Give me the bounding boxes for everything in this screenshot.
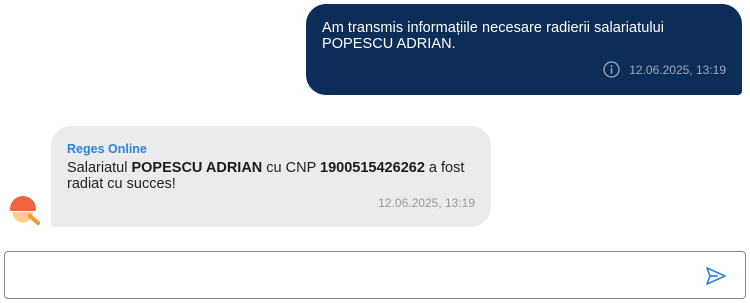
message-composer [4,251,746,299]
incoming-message-timestamp: 12.06.2025, 13:19 [378,196,475,210]
outgoing-message-timestamp: 12.06.2025, 13:19 [629,62,726,77]
outgoing-message-meta: 12.06.2025, 13:19 [603,61,726,78]
chat-window: Am transmis informațiile necesare radier… [0,0,750,303]
send-icon[interactable] [705,266,727,286]
info-icon[interactable] [603,61,620,78]
message-input[interactable] [15,262,695,290]
outgoing-message-text: Am transmis informațiile necesare radier… [322,20,665,52]
incoming-text-part: cu CNP [262,160,321,176]
incoming-message-bubble: Reges Online Salariatul POPESCU ADRIAN c… [51,126,491,227]
incoming-message-text: Salariatul POPESCU ADRIAN cu CNP 1900515… [67,160,475,192]
bot-avatar-icon [6,191,44,229]
message-sender-name: Reges Online [67,142,147,156]
employee-cnp: 1900515426262 [320,160,425,176]
employee-name: POPESCU ADRIAN [131,160,263,176]
incoming-text-part: Salariatul [67,160,132,176]
outgoing-message-bubble: Am transmis informațiile necesare radier… [306,4,742,95]
